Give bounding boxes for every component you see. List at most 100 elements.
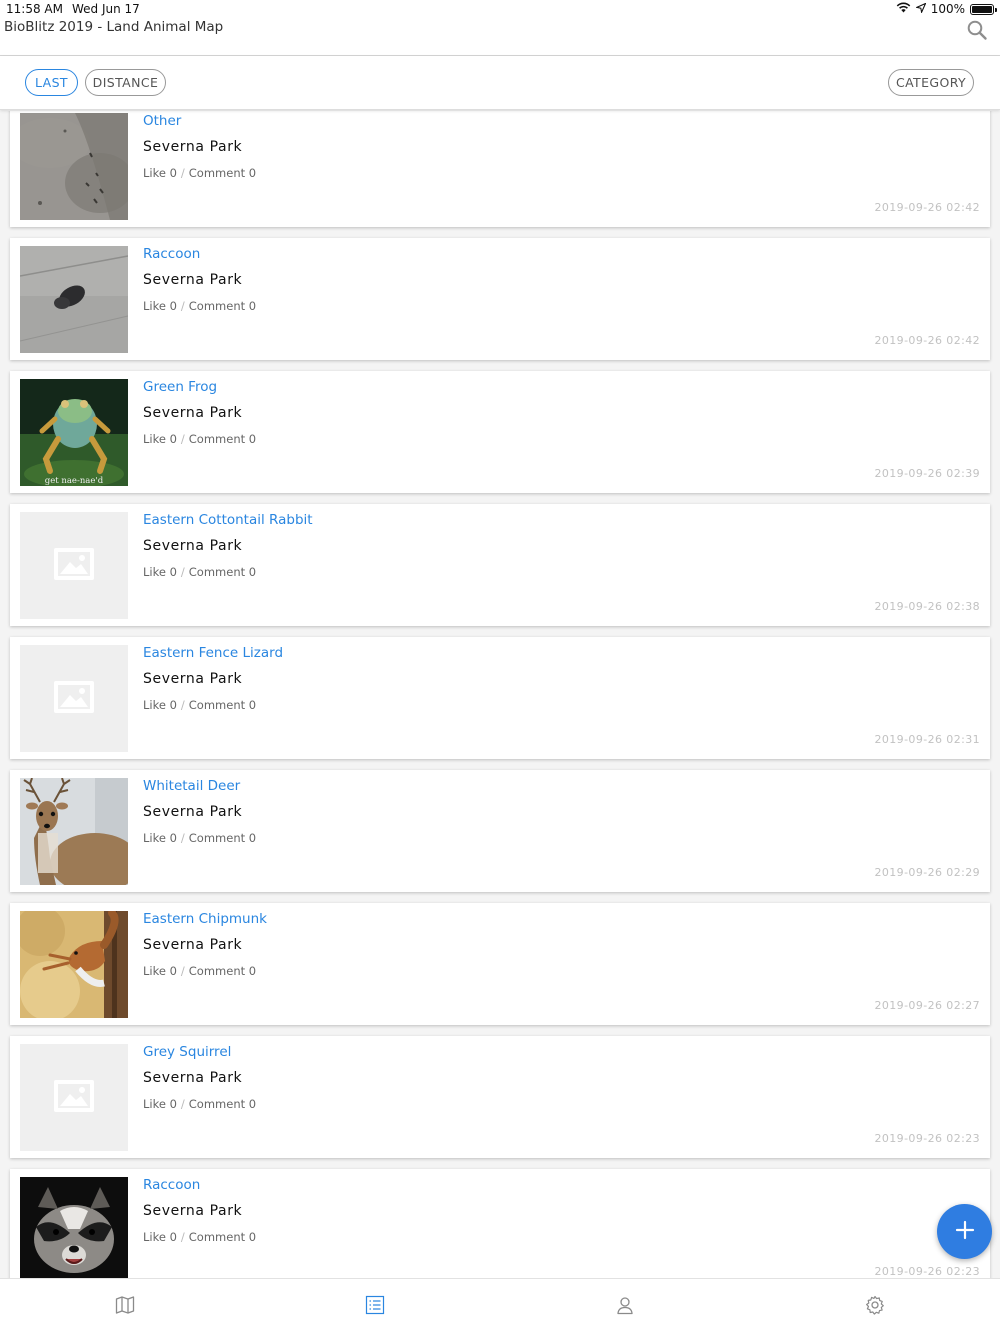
- wifi-icon: [896, 2, 911, 16]
- comment-count[interactable]: Comment 0: [189, 166, 256, 180]
- item-date: 2019-09-26 02:42: [874, 334, 980, 347]
- like-count[interactable]: Like 0: [143, 964, 177, 978]
- filter-distance-button[interactable]: DISTANCE: [85, 69, 166, 96]
- location-arrow-icon: [914, 2, 927, 16]
- like-count[interactable]: Like 0: [143, 565, 177, 579]
- like-count[interactable]: Like 0: [143, 166, 177, 180]
- item-title[interactable]: Other: [143, 113, 181, 129]
- item-location: Severna Park: [143, 937, 243, 953]
- thumbnail-photo: [20, 113, 128, 220]
- comment-count[interactable]: Comment 0: [189, 1097, 256, 1111]
- page-title: BioBlitz 2019 - Land Animal Map: [4, 19, 224, 35]
- list-item[interactable]: Eastern Fence Lizard Severna Park Like 0…: [10, 637, 990, 759]
- status-right: 100%: [896, 2, 997, 16]
- thumbnail-photo: get nae-nae'd: [20, 379, 128, 486]
- tab-bar: [0, 1278, 1000, 1334]
- item-stats: Like 0/ Comment 0: [143, 432, 256, 446]
- list-item[interactable]: Raccoon Severna Park Like 0/ Comment 0 20…: [10, 1169, 990, 1278]
- like-count[interactable]: Like 0: [143, 299, 177, 313]
- thumbnail-placeholder: [20, 645, 128, 752]
- item-title[interactable]: Whitetail Deer: [143, 778, 240, 794]
- stats-separator: /: [180, 698, 185, 712]
- app-header: BioBlitz 2019 - Land Animal Map: [0, 18, 1000, 56]
- search-icon: [966, 20, 988, 45]
- like-count[interactable]: Like 0: [143, 432, 177, 446]
- item-date: 2019-09-26 02:42: [874, 201, 980, 214]
- item-location: Severna Park: [143, 1203, 243, 1219]
- thumbnail-photo: [20, 246, 128, 353]
- like-count[interactable]: Like 0: [143, 1097, 177, 1111]
- item-date: 2019-09-26 02:23: [874, 1265, 980, 1278]
- list-item[interactable]: Eastern Chipmunk Severna Park Like 0/ Com…: [10, 903, 990, 1025]
- tab-list[interactable]: [250, 1279, 500, 1334]
- list-icon: [365, 1295, 385, 1319]
- placeholder-image-icon: [20, 645, 128, 752]
- placeholder-image-icon: [20, 1044, 128, 1151]
- comment-count[interactable]: Comment 0: [189, 299, 256, 313]
- gear-icon: [865, 1295, 885, 1319]
- like-count[interactable]: Like 0: [143, 831, 177, 845]
- item-stats: Like 0/ Comment 0: [143, 831, 256, 845]
- stats-separator: /: [180, 166, 185, 180]
- stats-separator: /: [180, 299, 185, 313]
- comment-count[interactable]: Comment 0: [189, 432, 256, 446]
- list-item[interactable]: Grey Squirrel Severna Park Like 0/ Commen…: [10, 1036, 990, 1158]
- placeholder-image-icon: [20, 512, 128, 619]
- item-location: Severna Park: [143, 139, 243, 155]
- tab-map[interactable]: [0, 1279, 250, 1334]
- comment-count[interactable]: Comment 0: [189, 964, 256, 978]
- list-item[interactable]: get nae-nae'd Green Frog Severna Park Li…: [10, 371, 990, 493]
- like-count[interactable]: Like 0: [143, 1230, 177, 1244]
- comment-count[interactable]: Comment 0: [189, 565, 256, 579]
- item-date: 2019-09-26 02:31: [874, 733, 980, 746]
- like-count[interactable]: Like 0: [143, 698, 177, 712]
- item-stats: Like 0/ Comment 0: [143, 1230, 256, 1244]
- thumbnail-photo: [20, 778, 128, 885]
- item-title[interactable]: Green Frog: [143, 379, 217, 395]
- search-button[interactable]: [966, 19, 988, 41]
- item-stats: Like 0/ Comment 0: [143, 698, 256, 712]
- item-title[interactable]: Eastern Fence Lizard: [143, 645, 283, 661]
- item-stats: Like 0/ Comment 0: [143, 565, 256, 579]
- item-title[interactable]: Raccoon: [143, 1177, 200, 1193]
- stats-separator: /: [180, 831, 185, 845]
- battery-icon: [970, 3, 997, 15]
- item-location: Severna Park: [143, 804, 243, 820]
- observation-list: Other Severna Park Like 0/Comment 0 2019…: [0, 111, 1000, 1278]
- stats-separator: /: [180, 1230, 185, 1244]
- stats-separator: /: [180, 565, 185, 579]
- item-location: Severna Park: [143, 1070, 243, 1086]
- list-item[interactable]: Other Severna Park Like 0/ Comment 0 2019…: [10, 111, 990, 227]
- list-item[interactable]: Eastern Cottontail Rabbit Severna Park L…: [10, 504, 990, 626]
- list-item[interactable]: Whitetail Deer Severna Park Like 0/ Comme…: [10, 770, 990, 892]
- item-date: 2019-09-26 02:39: [874, 467, 980, 480]
- item-location: Severna Park: [143, 538, 243, 554]
- item-stats: Like 0/ Comment 0: [143, 1097, 256, 1111]
- stats-separator: /: [180, 964, 185, 978]
- item-location: Severna Park: [143, 671, 243, 687]
- thumbnail-photo: [20, 911, 128, 1018]
- stats-separator: /: [180, 1097, 185, 1111]
- list-item[interactable]: Raccoon Severna Park Like 0/ Comment 0 20…: [10, 238, 990, 360]
- filter-category-button[interactable]: CATEGORY: [888, 69, 974, 96]
- add-observation-button[interactable]: [937, 1204, 992, 1259]
- tab-profile[interactable]: [500, 1279, 750, 1334]
- comment-count[interactable]: Comment 0: [189, 698, 256, 712]
- status-date: Wed Jun 17: [71, 2, 140, 16]
- tab-settings[interactable]: [750, 1279, 1000, 1334]
- item-date: 2019-09-26 02:38: [874, 600, 980, 613]
- filter-last-button[interactable]: LAST: [25, 69, 78, 96]
- thumbnail-caption: get nae-nae'd: [44, 476, 104, 486]
- thumbnail-photo: [20, 1177, 128, 1278]
- item-title[interactable]: Eastern Cottontail Rabbit: [143, 512, 313, 528]
- item-title[interactable]: Raccoon: [143, 246, 200, 262]
- item-stats: Like 0/ Comment 0: [143, 964, 256, 978]
- item-location: Severna Park: [143, 272, 243, 288]
- battery-percent: 100%: [930, 2, 965, 16]
- item-date: 2019-09-26 02:23: [874, 1132, 980, 1145]
- comment-count[interactable]: Comment 0: [189, 1230, 256, 1244]
- item-title[interactable]: Grey Squirrel: [143, 1044, 231, 1060]
- comment-count[interactable]: Comment 0: [189, 831, 256, 845]
- item-title[interactable]: Eastern Chipmunk: [143, 911, 267, 927]
- item-location: Severna Park: [143, 405, 243, 421]
